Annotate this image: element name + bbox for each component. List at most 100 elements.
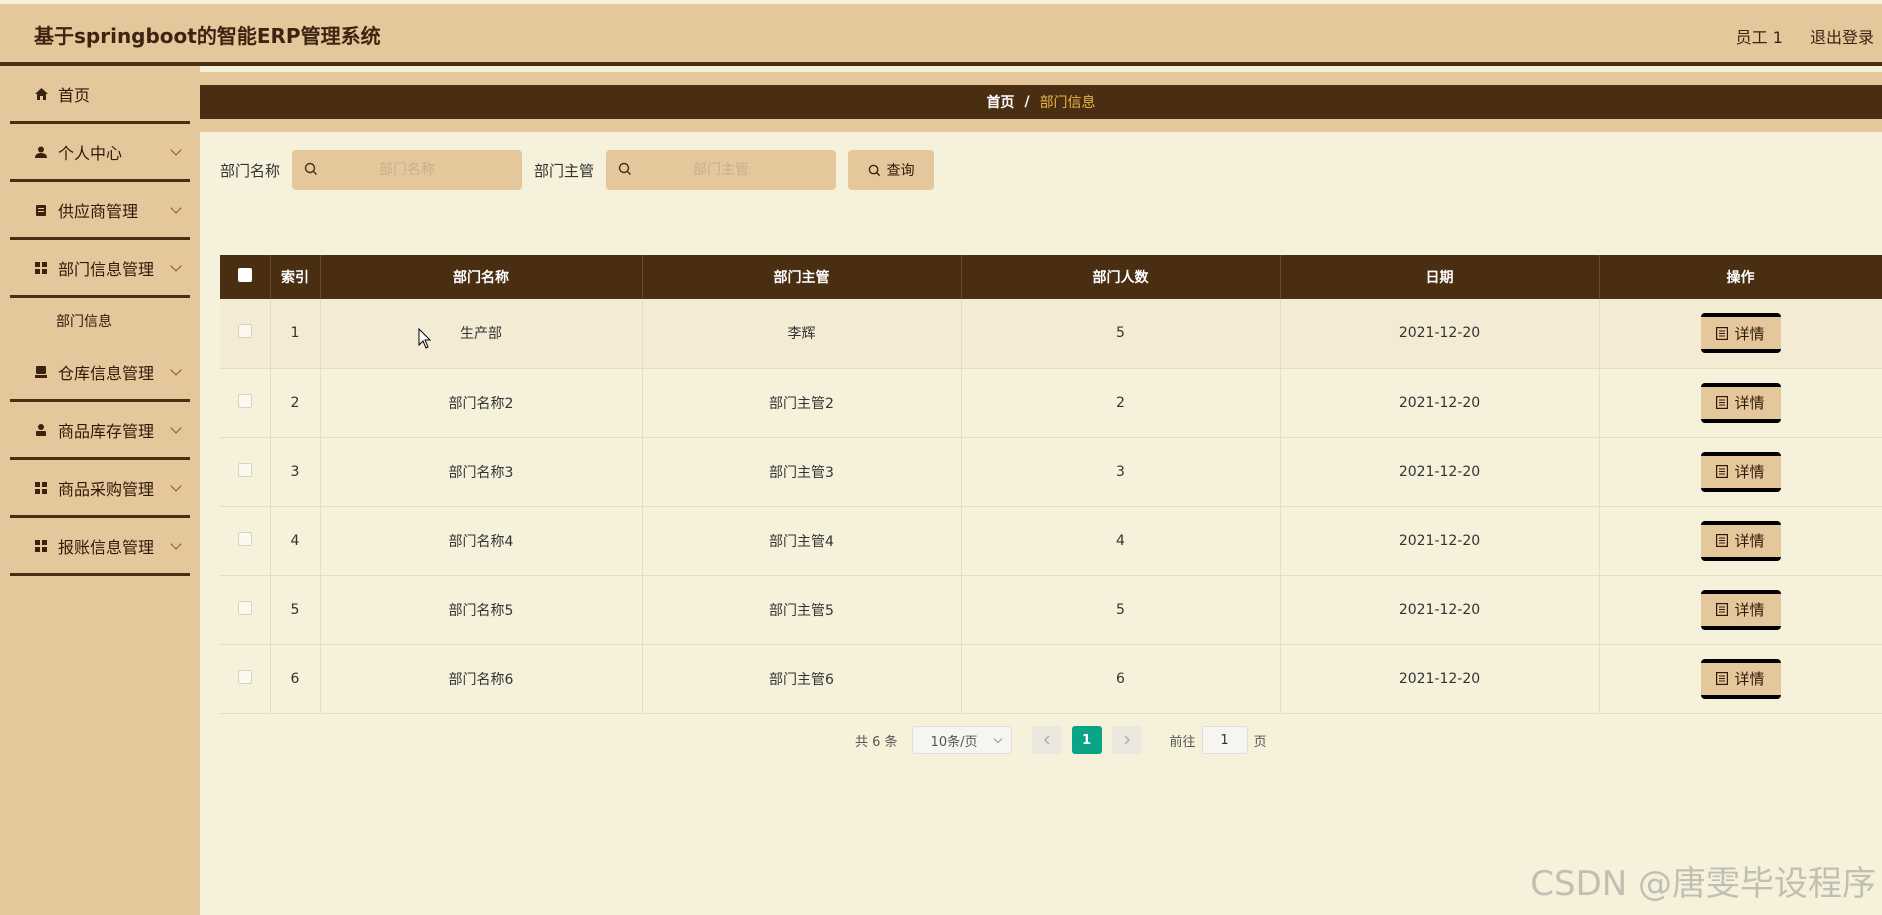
grid-icon [34, 261, 48, 274]
column-header: 部门人数 [961, 255, 1281, 299]
sidebar-subitem-department-info[interactable]: 部门信息 [10, 298, 190, 344]
document-icon [1716, 465, 1729, 478]
query-button[interactable]: 查询 [848, 150, 935, 190]
cell-date: 2021-12-20 [1280, 299, 1600, 369]
dept-name-label: 部门名称 [220, 161, 281, 180]
detail-button[interactable]: 详情 [1700, 589, 1781, 630]
column-header: 操作 [1599, 255, 1882, 299]
column-header: 日期 [1280, 255, 1600, 299]
chevron-left-icon [1043, 735, 1050, 745]
chevron-down-icon [170, 422, 182, 434]
cell-index: 2 [270, 368, 321, 438]
detail-button[interactable]: 详情 [1700, 451, 1781, 492]
sidebar-item-purchase[interactable]: 商品采购管理 [10, 460, 190, 518]
select-all-checkbox[interactable] [237, 268, 252, 282]
sidebar-item-expense[interactable]: 报账信息管理 [10, 518, 190, 576]
chevron-down-icon [170, 480, 182, 492]
detail-button[interactable]: 详情 [1700, 658, 1781, 699]
cell-dept-manager: 部门主管3 [642, 437, 962, 507]
sidebar-item-supplier[interactable]: 供应商管理 [10, 182, 190, 240]
document-icon [1716, 326, 1729, 340]
sidebar-item-label: 报账信息管理 [58, 537, 155, 557]
table-row: 2 部门名称2 部门主管2 2 2021-12-20 详情 [220, 368, 1882, 438]
row-checkbox[interactable] [237, 531, 252, 546]
sidebar-item-label: 商品采购管理 [58, 479, 155, 499]
cell-dept-name: 生产部 [320, 299, 643, 369]
page-size-value: 10条/页 [930, 734, 978, 750]
sidebar-item-label: 首页 [58, 85, 91, 105]
sidebar-item-label: 部门信息管理 [58, 259, 155, 279]
page-size-select[interactable]: 10条/页 [911, 726, 1012, 754]
dept-name-input[interactable] [292, 150, 523, 190]
sidebar-item-department[interactable]: 部门信息管理 [10, 240, 190, 298]
sidebar-item-home[interactable]: 首页 [10, 66, 190, 124]
dept-name-field[interactable] [292, 150, 523, 190]
cell-index: 1 [270, 299, 321, 369]
column-header: 部门主管 [642, 255, 962, 299]
detail-button[interactable]: 详情 [1700, 313, 1781, 354]
cell-dept-count: 4 [961, 506, 1281, 576]
search-icon [304, 162, 318, 175]
dept-manager-field[interactable] [606, 150, 837, 190]
chevron-down-icon [993, 734, 1002, 743]
sidebar-item-label: 仓库信息管理 [58, 363, 155, 383]
cell-dept-manager: 部门主管2 [642, 368, 962, 438]
cell-dept-count: 2 [961, 368, 1281, 438]
chevron-down-icon [170, 202, 182, 214]
watermark: CSDN @唐雯毕设程序 [1530, 864, 1876, 904]
row-checkbox[interactable] [237, 462, 252, 477]
cell-index: 3 [270, 437, 321, 507]
cell-dept-manager: 部门主管6 [642, 644, 962, 714]
detail-button[interactable]: 详情 [1700, 382, 1781, 423]
row-checkbox[interactable] [237, 324, 252, 339]
cell-dept-count: 6 [961, 644, 1281, 714]
logout-link[interactable]: 退出登录 [1810, 28, 1874, 47]
cell-dept-name: 部门名称6 [320, 644, 643, 714]
breadcrumb-home[interactable]: 首页 [986, 92, 1014, 112]
breadcrumb: 首页 / 部门信息 [200, 85, 1882, 119]
search-icon [868, 164, 880, 176]
row-checkbox[interactable] [237, 669, 252, 684]
breadcrumb-area: 首页 / 部门信息 [200, 72, 1882, 132]
column-header: 索引 [270, 255, 321, 299]
document-icon [1716, 603, 1729, 616]
next-page-button[interactable] [1111, 726, 1142, 754]
detail-button-label: 详情 [1734, 532, 1765, 550]
page-number-current[interactable]: 1 [1071, 726, 1102, 754]
cell-dept-name: 部门名称2 [320, 368, 643, 438]
cell-dept-manager: 部门主管5 [642, 575, 962, 645]
cell-dept-count: 5 [961, 299, 1281, 369]
pagination: 共 6 条 10条/页 1 前往 页 [855, 726, 1267, 754]
detail-button-label: 详情 [1734, 394, 1765, 412]
dept-manager-input[interactable] [606, 150, 837, 190]
search-icon [618, 162, 632, 175]
user-area: 员工 1 退出登录 [1714, 24, 1874, 48]
sidebar-item-label: 供应商管理 [58, 201, 139, 221]
detail-button[interactable]: 详情 [1700, 520, 1781, 561]
goto-label: 前往 [1169, 734, 1196, 750]
sidebar-item-inventory[interactable]: 商品库存管理 [10, 402, 190, 460]
page-suffix: 页 [1253, 734, 1267, 750]
sidebar-item-label: 商品库存管理 [58, 421, 155, 441]
select-all-cell [220, 255, 271, 299]
sidebar-item-warehouse[interactable]: 仓库信息管理 [10, 344, 190, 402]
detail-button-label: 详情 [1734, 601, 1765, 619]
goto-page-input[interactable] [1201, 726, 1248, 754]
home-icon [34, 87, 48, 100]
row-checkbox[interactable] [237, 600, 252, 615]
prev-page-button[interactable] [1031, 726, 1062, 754]
sidebar-item-personal-center[interactable]: 个人中心 [10, 124, 190, 182]
table-row: 1 生产部 李辉 5 2021-12-20 详情 [220, 299, 1882, 369]
table-row: 5 部门名称5 部门主管5 5 2021-12-20 详情 [220, 575, 1882, 645]
document-icon [1716, 396, 1729, 409]
table-header-row: 索引 部门名称 部门主管 部门人数 日期 操作 [220, 255, 1882, 299]
chevron-down-icon [170, 364, 182, 376]
sidebar: 首页 个人中心 供应商管理 部门信息管理 部门信息 仓库信息管理 商品库存管理 [0, 66, 200, 915]
person-icon [34, 423, 48, 436]
column-header: 部门名称 [320, 255, 643, 299]
row-checkbox[interactable] [237, 393, 252, 408]
grid-icon [34, 539, 48, 552]
user-icon [34, 146, 48, 158]
total-count: 共 6 条 [855, 734, 898, 750]
cell-date: 2021-12-20 [1280, 644, 1600, 714]
